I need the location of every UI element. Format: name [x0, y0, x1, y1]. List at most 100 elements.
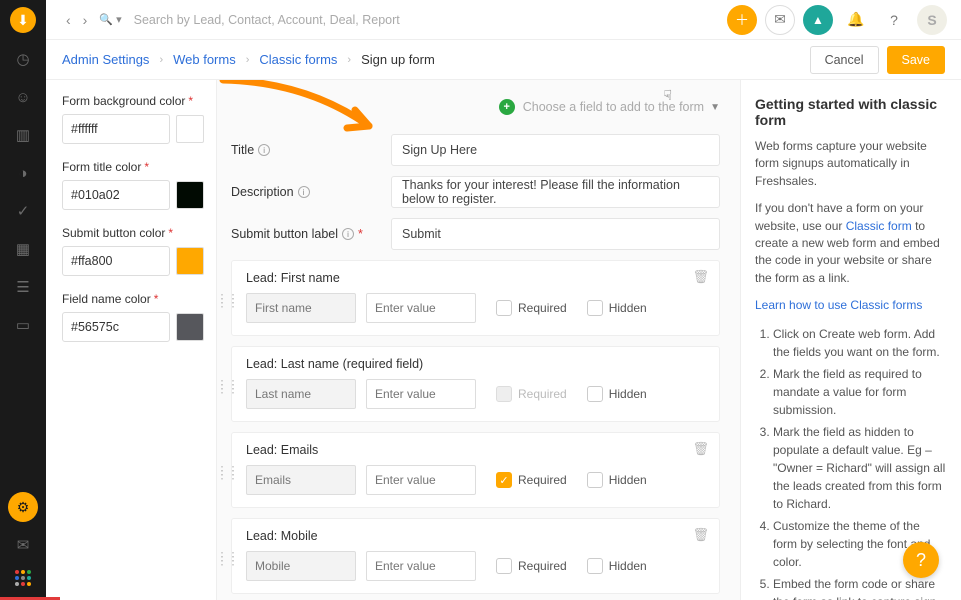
form-builder: + Choose a field to add to the form ▼ ☟ …	[216, 80, 741, 600]
description-label: Descriptioni	[231, 185, 391, 199]
title-color-swatch[interactable]	[176, 181, 204, 209]
crumb-classic[interactable]: Classic forms	[259, 52, 337, 67]
crumb-webforms[interactable]: Web forms	[173, 52, 236, 67]
title-color-input[interactable]	[62, 180, 170, 210]
nav-accounts-icon[interactable]: ▥	[0, 116, 46, 154]
required-checkbox[interactable]: ✓	[496, 472, 512, 488]
field-placeholder-input[interactable]	[366, 551, 476, 581]
crumb-admin[interactable]: Admin Settings	[62, 52, 149, 67]
help-step: Mark the field as hidden to populate a d…	[773, 423, 947, 513]
required-label: Required	[518, 473, 567, 487]
drag-handle-icon[interactable]: ⋮⋮⋮⋮	[216, 468, 238, 476]
classic-form-link[interactable]: Classic form	[846, 219, 912, 233]
save-button[interactable]: Save	[887, 46, 946, 74]
submit-color-swatch[interactable]	[176, 247, 204, 275]
help-panel: Getting started with classic form Web fo…	[741, 80, 961, 600]
brand-logo[interactable]: ⬇	[0, 0, 46, 40]
nav-deals-icon[interactable]: ◑	[0, 154, 46, 192]
chevron-right-icon: ›	[236, 54, 260, 66]
add-field-select[interactable]: Choose a field to add to the form ▼	[523, 100, 720, 114]
nav-reports-icon[interactable]: ☰	[0, 268, 46, 306]
delete-field-icon[interactable]: 🗑	[692, 269, 709, 285]
nav-phone-icon[interactable]: ▭	[0, 306, 46, 344]
nav-dashboard-icon[interactable]: ◷	[0, 40, 46, 78]
nav-settings-icon[interactable]: ⚙	[8, 492, 38, 522]
field-header: Lead: Last name (required field)	[246, 357, 705, 371]
field-color-input[interactable]	[62, 312, 170, 342]
field-header: Lead: Emails	[246, 443, 705, 457]
main-area: Form background color* Form title color*…	[46, 80, 961, 600]
submit-color-label: Submit button color*	[62, 226, 204, 240]
search-dropdown-icon[interactable]: 🔍 ▾	[93, 13, 127, 26]
help-p2: If you don't have a form on your website…	[755, 200, 947, 287]
field-placeholder-input[interactable]	[366, 379, 476, 409]
field-placeholder-input[interactable]	[366, 465, 476, 495]
caret-down-icon: ▼	[710, 102, 720, 113]
notifications-icon[interactable]: 🔔	[841, 5, 871, 35]
hidden-label: Hidden	[609, 559, 647, 573]
title-label: Titlei	[231, 143, 391, 157]
field-name-input[interactable]	[246, 551, 356, 581]
add-field-row: + Choose a field to add to the form ▼ ☟	[231, 90, 720, 124]
field-header: Lead: First name	[246, 271, 705, 285]
global-search-input[interactable]: Search by Lead, Contact, Account, Deal, …	[134, 13, 727, 27]
nav-tasks-icon[interactable]: ✓	[0, 192, 46, 230]
hidden-checkbox[interactable]	[587, 558, 603, 574]
chevron-right-icon: ›	[337, 54, 361, 66]
help-fab-button[interactable]: ?	[903, 542, 939, 578]
back-icon[interactable]: ‹	[60, 12, 77, 28]
delete-field-icon[interactable]: 🗑	[692, 527, 709, 543]
delete-field-icon[interactable]: 🗑	[692, 441, 709, 457]
description-input[interactable]: Thanks for your interest! Please fill th…	[391, 176, 720, 208]
nav-chat-icon[interactable]: ✉	[0, 530, 46, 560]
bg-color-label: Form background color*	[62, 94, 204, 108]
field-name-input[interactable]	[246, 293, 356, 323]
field-card: ⋮⋮⋮⋮ Lead: First name 🗑 Required Hidden	[231, 260, 720, 336]
add-field-plus-icon[interactable]: +	[499, 99, 515, 115]
breadcrumb-bar: Admin Settings › Web forms › Classic for…	[46, 40, 961, 80]
hidden-checkbox[interactable]	[587, 386, 603, 402]
field-name-input[interactable]	[246, 465, 356, 495]
forward-icon[interactable]: ›	[77, 12, 94, 28]
nav-calendar-icon[interactable]: ▦	[0, 230, 46, 268]
required-label: Required	[518, 301, 567, 315]
required-label: Required	[518, 559, 567, 573]
field-card: ⋮⋮⋮⋮ Lead: Mobile 🗑 Required Hidden	[231, 518, 720, 594]
required-checkbox[interactable]	[496, 300, 512, 316]
submit-color-input[interactable]	[62, 246, 170, 276]
cancel-button[interactable]: Cancel	[810, 46, 879, 74]
submit-label-input[interactable]: Submit	[391, 218, 720, 250]
chevron-right-icon: ›	[149, 54, 173, 66]
hidden-label: Hidden	[609, 301, 647, 315]
title-input[interactable]: Sign Up Here	[391, 134, 720, 166]
help-step: Mark the field as required to mandate a …	[773, 365, 947, 419]
drag-handle-icon[interactable]: ⋮⋮⋮⋮	[216, 554, 238, 562]
field-header: Lead: Mobile	[246, 529, 705, 543]
field-color-label: Field name color*	[62, 292, 204, 306]
hidden-checkbox[interactable]	[587, 472, 603, 488]
help-step: Embed the form code or share the form as…	[773, 575, 947, 600]
user-avatar[interactable]: S	[917, 5, 947, 35]
bg-color-input[interactable]	[62, 114, 170, 144]
drag-handle-icon[interactable]: ⋮⋮⋮⋮	[216, 296, 238, 304]
hidden-label: Hidden	[609, 387, 647, 401]
required-checkbox[interactable]	[496, 558, 512, 574]
nav-apps-icon[interactable]	[15, 560, 31, 600]
help-p1: Web forms capture your website form sign…	[755, 138, 947, 190]
mail-icon[interactable]: ✉	[765, 5, 795, 35]
title-color-label: Form title color*	[62, 160, 204, 174]
app-switcher-icon[interactable]: ▲	[803, 5, 833, 35]
field-color-swatch[interactable]	[176, 313, 204, 341]
cursor-hand-icon: ☟	[663, 87, 672, 104]
learn-link[interactable]: Learn how to use Classic forms	[755, 298, 922, 312]
help-icon[interactable]: ?	[879, 5, 909, 35]
hidden-checkbox[interactable]	[587, 300, 603, 316]
left-nav: ⬇ ◷ ☺ ▥ ◑ ✓ ▦ ☰ ▭ ⚙ ✉	[0, 0, 46, 600]
field-placeholder-input[interactable]	[366, 293, 476, 323]
bg-color-swatch[interactable]	[176, 115, 204, 143]
topbar: ‹ › 🔍 ▾ Search by Lead, Contact, Account…	[46, 0, 961, 40]
field-name-input[interactable]	[246, 379, 356, 409]
new-button[interactable]: ＋	[727, 5, 757, 35]
nav-contacts-icon[interactable]: ☺	[0, 78, 46, 116]
drag-handle-icon[interactable]: ⋮⋮⋮⋮	[216, 382, 238, 390]
